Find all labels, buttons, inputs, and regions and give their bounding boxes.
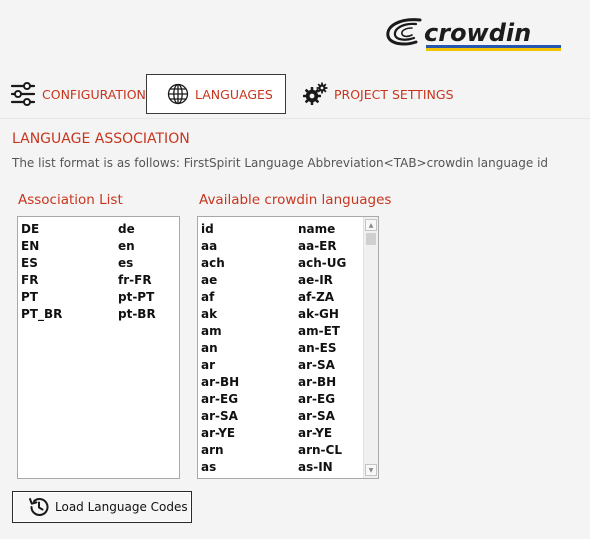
tab-project-settings[interactable]: PROJECT SETTINGS <box>302 74 462 114</box>
list-item-value: af-ZA <box>298 289 335 304</box>
list-item[interactable]: PT_BR pt-BR <box>18 305 179 322</box>
scrollbar-thumb[interactable] <box>366 233 376 245</box>
list-item-key: ak <box>201 306 218 321</box>
list-item[interactable]: af af-ZA <box>198 288 378 305</box>
load-language-codes-button[interactable]: Load Language Codes <box>12 491 192 523</box>
list-item[interactable]: as as-IN <box>198 458 378 475</box>
list-item-value: ae-IR <box>298 272 333 287</box>
list-item-key: DE <box>21 221 40 236</box>
list-item-value: ak-GH <box>298 306 339 321</box>
history-icon <box>27 495 51 519</box>
list-item-key: af <box>201 289 215 304</box>
tab-divider <box>0 118 590 119</box>
list-item[interactable]: DE de <box>18 220 179 237</box>
list-item-key: ar-YE <box>201 425 236 440</box>
tab-bar: CONFIGURATION LANGUAGES PROJECT SETTINGS <box>0 72 590 118</box>
gears-icon <box>302 81 328 107</box>
list-item-value: am-ET <box>298 323 340 338</box>
globe-icon <box>167 83 189 105</box>
list-item-value: as-IN <box>298 459 333 474</box>
list-item-key: EN <box>21 238 40 253</box>
list-item-key: ae <box>201 272 218 287</box>
list-item-value: fr-FR <box>118 272 152 287</box>
list-item-value: name <box>298 221 336 236</box>
tab-project-settings-label: PROJECT SETTINGS <box>334 86 454 102</box>
list-item[interactable]: am am-ET <box>198 322 378 339</box>
crowdin-logo: crowdin <box>380 12 565 56</box>
load-language-codes-label: Load Language Codes <box>55 500 188 514</box>
tab-configuration-label: CONFIGURATION <box>42 86 146 102</box>
tab-languages[interactable]: LANGUAGES <box>146 74 286 114</box>
list-item-key: ar <box>201 357 216 372</box>
list-item[interactable]: ar ar-SA <box>198 356 378 373</box>
list-item-key: arn <box>201 442 224 457</box>
list-item-key: ar-EG <box>201 391 239 406</box>
logo-text: crowdin <box>424 19 531 47</box>
association-list-label: Association List <box>18 192 123 208</box>
list-item-value: ar-BH <box>298 374 337 389</box>
list-item[interactable]: aa aa-ER <box>198 237 378 254</box>
list-item[interactable]: ak ak-GH <box>198 305 378 322</box>
sliders-icon <box>10 81 36 107</box>
association-list[interactable]: DE de EN en ES es FR fr-FR PT pt-PT PT_BR pt-BR <box>17 216 180 479</box>
list-item-key: ES <box>21 255 38 270</box>
list-item-value: pt-PT <box>118 289 155 304</box>
section-title: LANGUAGE ASSOCIATION <box>12 131 190 147</box>
list-item-key: an <box>201 340 218 355</box>
list-item[interactable]: id name <box>198 220 378 237</box>
list-item-value: de <box>118 221 135 236</box>
list-item-value: pt-BR <box>118 306 156 321</box>
list-item-value: an-ES <box>298 340 337 355</box>
list-item-value: ar-SA <box>298 357 335 372</box>
list-item-value: es <box>118 255 134 270</box>
list-item-key: PT <box>21 289 38 304</box>
list-item[interactable]: ES es <box>18 254 179 271</box>
list-item[interactable]: ar-SA ar-SA <box>198 407 378 424</box>
list-item[interactable]: ae ae-IR <box>198 271 378 288</box>
tab-languages-label: LANGUAGES <box>195 86 273 102</box>
list-item[interactable]: ar-YE ar-YE <box>198 424 378 441</box>
list-item[interactable]: EN en <box>18 237 179 254</box>
list-item-key: am <box>201 323 222 338</box>
tab-configuration[interactable]: CONFIGURATION <box>10 74 146 114</box>
list-item-key: ar-BH <box>201 374 240 389</box>
scroll-down-arrow-icon[interactable]: ▼ <box>365 464 377 476</box>
list-item[interactable]: PT pt-PT <box>18 288 179 305</box>
list-item-key: PT_BR <box>21 306 63 321</box>
list-item-value: ach-UG <box>298 255 347 270</box>
available-languages-scrollbar[interactable]: ▲ ▼ <box>363 217 378 478</box>
list-item-key: aa <box>201 238 218 253</box>
list-item[interactable]: FR fr-FR <box>18 271 179 288</box>
list-item-key: ar-SA <box>201 408 238 423</box>
list-item-key: ach <box>201 255 225 270</box>
list-item-value: en <box>118 238 135 253</box>
list-item-key: as <box>201 459 217 474</box>
list-item-value: arn-CL <box>298 442 342 457</box>
list-item-value: ar-YE <box>298 425 333 440</box>
list-item[interactable]: arn arn-CL <box>198 441 378 458</box>
scroll-up-arrow-icon[interactable]: ▲ <box>365 219 377 231</box>
list-item-key: id <box>201 221 214 236</box>
list-item-value: ar-EG <box>298 391 336 406</box>
list-item[interactable]: ach ach-UG <box>198 254 378 271</box>
list-item[interactable]: ar-BH ar-BH <box>198 373 378 390</box>
list-item-value: ar-SA <box>298 408 335 423</box>
list-item[interactable]: ar-EG ar-EG <box>198 390 378 407</box>
list-item[interactable]: an an-ES <box>198 339 378 356</box>
list-item-key: FR <box>21 272 39 287</box>
available-languages-label: Available crowdin languages <box>199 192 392 208</box>
format-description: The list format is as follows: FirstSpir… <box>12 156 549 170</box>
available-languages-list[interactable]: id name aa aa-ER ach ach-UG ae ae-IR af af-ZA ak ak… <box>197 216 379 479</box>
list-item-value: aa-ER <box>298 238 337 253</box>
